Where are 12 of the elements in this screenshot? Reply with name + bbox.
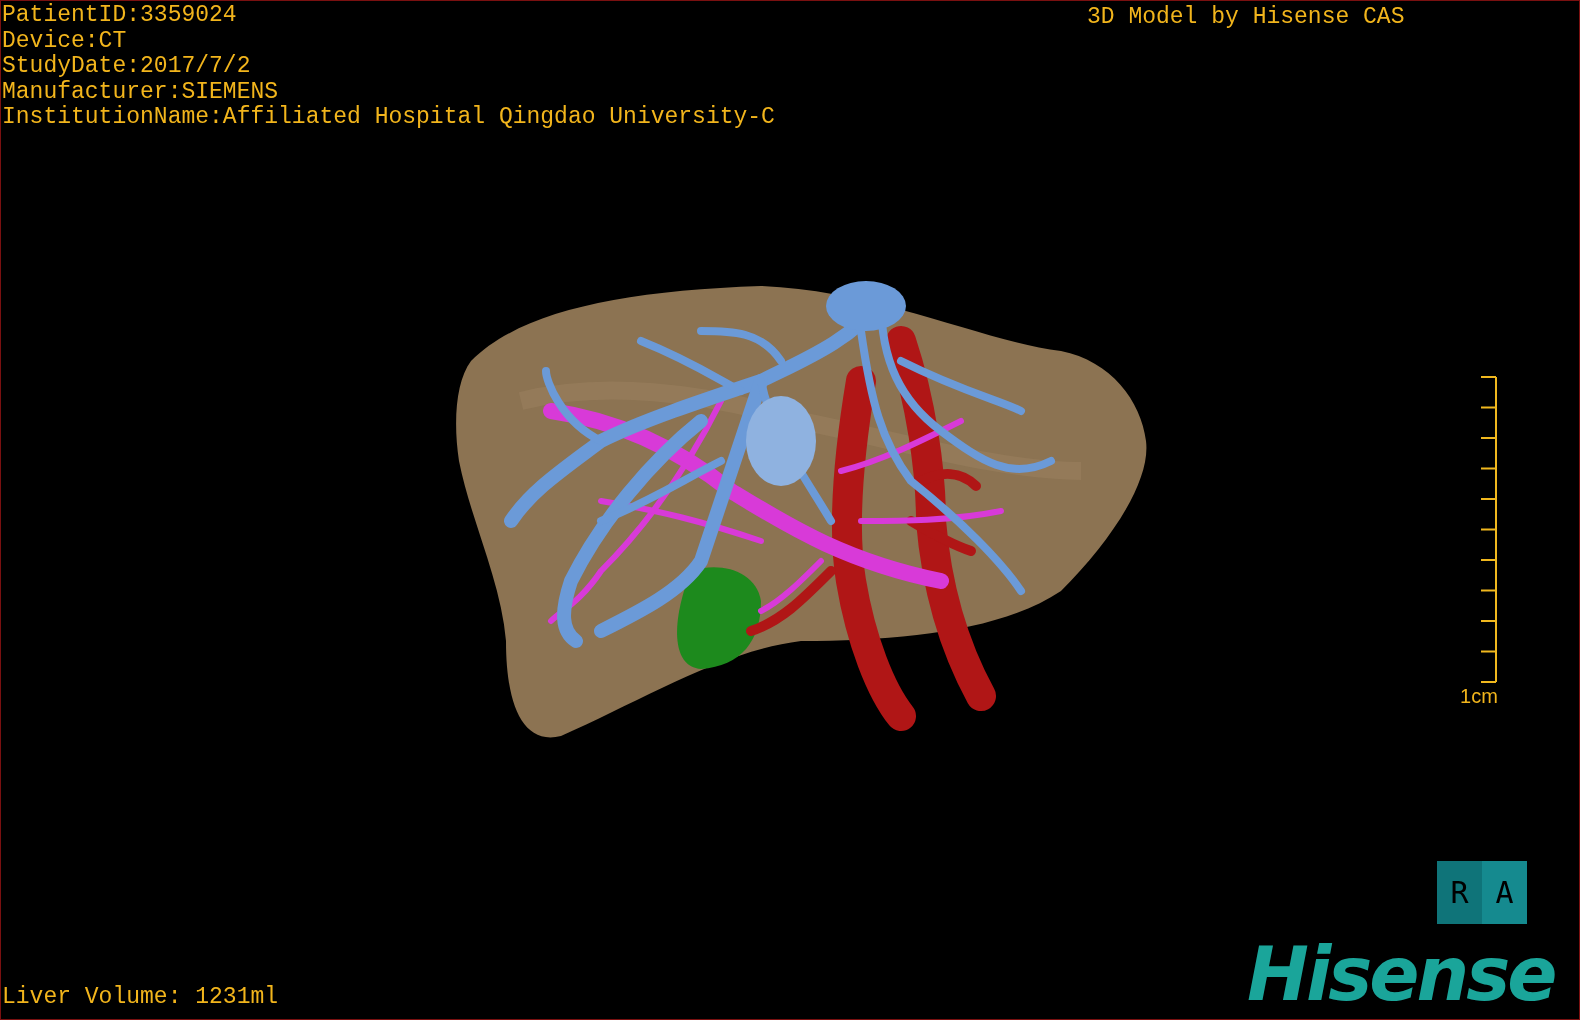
patient-info-text: PatientID:3359024 xyxy=(2,3,238,29)
patient-info-text: InstitutionName:Affiliated Hospital Qingdao University-C xyxy=(2,105,775,131)
model-credit-text: 3D Model by Hisense CAS xyxy=(1087,4,1405,30)
scale-label: 1cm xyxy=(1460,685,1498,707)
patient-info-text: StudyDate:2017/7/2 xyxy=(2,54,252,80)
brand-logo: Hisense xyxy=(1247,937,1555,1011)
orientation-cube[interactable]: R A xyxy=(1437,861,1527,924)
patient-info-text: Manufacturer:SIEMENS xyxy=(2,79,280,105)
liver-volume-text: Liver Volume: 1231ml xyxy=(2,984,279,1010)
patient-info-text: Device:CT xyxy=(2,28,128,54)
cube-face-label: R xyxy=(1450,875,1469,910)
cube-face-label: A xyxy=(1482,861,1527,924)
